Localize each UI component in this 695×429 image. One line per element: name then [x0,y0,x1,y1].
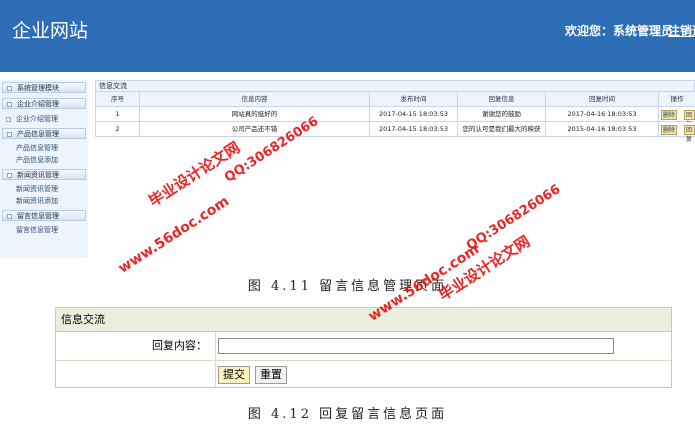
column-header-actions: 操作 [659,92,695,107]
admin-screenshot: 系统管理模块 企业介绍管理 企业介绍管理 产品信息管理 产品信息管理 产品信息添… [0,72,695,260]
sidebar-item-products-add[interactable]: 产品信息添加 [2,155,86,166]
sidebar-item-label: 企业介绍管理 [17,100,59,108]
sidebar-group-system[interactable]: 系统管理模块 [2,82,86,93]
sidebar-item-label: 留言信息管理 [16,226,58,234]
sidebar-group-messages[interactable]: 留言信息管理 [2,210,86,221]
column-header-content: 信息内容 [140,92,370,107]
sidebar-item-label: 企业介绍管理 [16,115,58,123]
table-cell-reply: 您的认可是我们最大的映获 [458,122,546,137]
form-label-spacer [56,361,216,387]
delete-button[interactable]: 删除 [661,110,678,120]
sidebar-item-products-manage[interactable]: 产品信息管理 [2,143,86,154]
submit-button[interactable]: 提交 [218,366,250,384]
reply-content-input[interactable] [218,338,614,354]
sidebar-group-products[interactable]: 产品信息管理 [2,128,86,139]
folder-icon [7,173,12,178]
folder-icon [7,214,12,219]
form-row-buttons: 提交 重置 [56,361,671,387]
sidebar-group-news[interactable]: 新闻资讯管理 [2,169,86,180]
form-row-content: 回复内容： [56,332,671,361]
figure-caption-1: 图 4.11 留言信息管理页面 [247,279,448,294]
reply-content-label: 回复内容： [56,332,216,360]
sidebar-item-label: 产品信息管理 [16,144,58,152]
table-cell-content: 网站真的挺好的 [140,107,370,122]
messages-panel: 信息交流 序号 信息内容 发布时间 回复信息 回复时间 操作 1 网站真的挺好的… [95,80,695,150]
sidebar-item-label: 新闻资讯添加 [16,197,58,205]
column-header-no: 序号 [95,92,140,107]
form-title: 信息交流 [56,308,671,332]
folder-icon [7,86,12,91]
sidebar-item-messages-manage[interactable]: 留言信息管理 [2,225,86,236]
welcome-text: 欢迎您：系统管理员 [565,24,674,38]
panel-title: 信息交流 [95,80,695,92]
table-cell-reply-time: 2015-04-16 18:03:53 [546,122,659,137]
sidebar-item-label: 留言信息管理 [17,212,59,220]
table-cell-no: 2 [95,122,140,137]
sidebar: 系统管理模块 企业介绍管理 企业介绍管理 产品信息管理 产品信息管理 产品信息添… [0,80,88,258]
sidebar-item-label: 系统管理模块 [17,84,59,92]
reply-form: 信息交流 回复内容： 提交 重置 [55,307,672,388]
logout-link[interactable]: 注销退出 [668,22,695,39]
sidebar-group-company[interactable]: 企业介绍管理 [2,98,86,109]
sidebar-item-label: 新闻资讯管理 [17,171,59,179]
sidebar-item-label: 产品信息管理 [17,130,59,138]
table-cell-time: 2017-04-15 18:03:53 [370,107,458,122]
site-title: 企业网站 [12,20,89,42]
table-cell-content: 公司产品还不错 [140,122,370,137]
table-cell-no: 1 [95,107,140,122]
table-cell-reply-time: 2017-04-16 18:03:53 [546,107,659,122]
delete-button[interactable]: 删除 [661,125,678,135]
reply-button[interactable]: 回复 [684,110,695,128]
sidebar-item-news-manage[interactable]: 新闻资讯管理 [2,184,86,195]
column-header-reply-time: 回复时间 [546,92,659,107]
table-cell-time: 2017-04-15 18:03:53 [370,122,458,137]
column-header-reply: 回复信息 [458,92,546,107]
reset-button[interactable]: 重置 [255,366,287,384]
folder-icon [7,132,12,137]
figure-caption-2: 图 4.12 回复留言信息页面 [247,407,448,422]
sidebar-item-label: 新闻资讯管理 [16,185,58,193]
site-header: 企业网站 欢迎您：系统管理员 注销退出 [0,0,695,72]
sidebar-item-news-add[interactable]: 新闻资讯添加 [2,196,86,207]
folder-icon [7,102,12,107]
doc-icon [6,117,11,122]
sidebar-item-label: 产品信息添加 [16,156,58,164]
table-cell-reply: 谢谢您的鼓励 [458,107,546,122]
reply-button[interactable]: 回复 [684,125,695,143]
sidebar-item-company-manage[interactable]: 企业介绍管理 [2,114,86,125]
column-header-time: 发布时间 [370,92,458,107]
